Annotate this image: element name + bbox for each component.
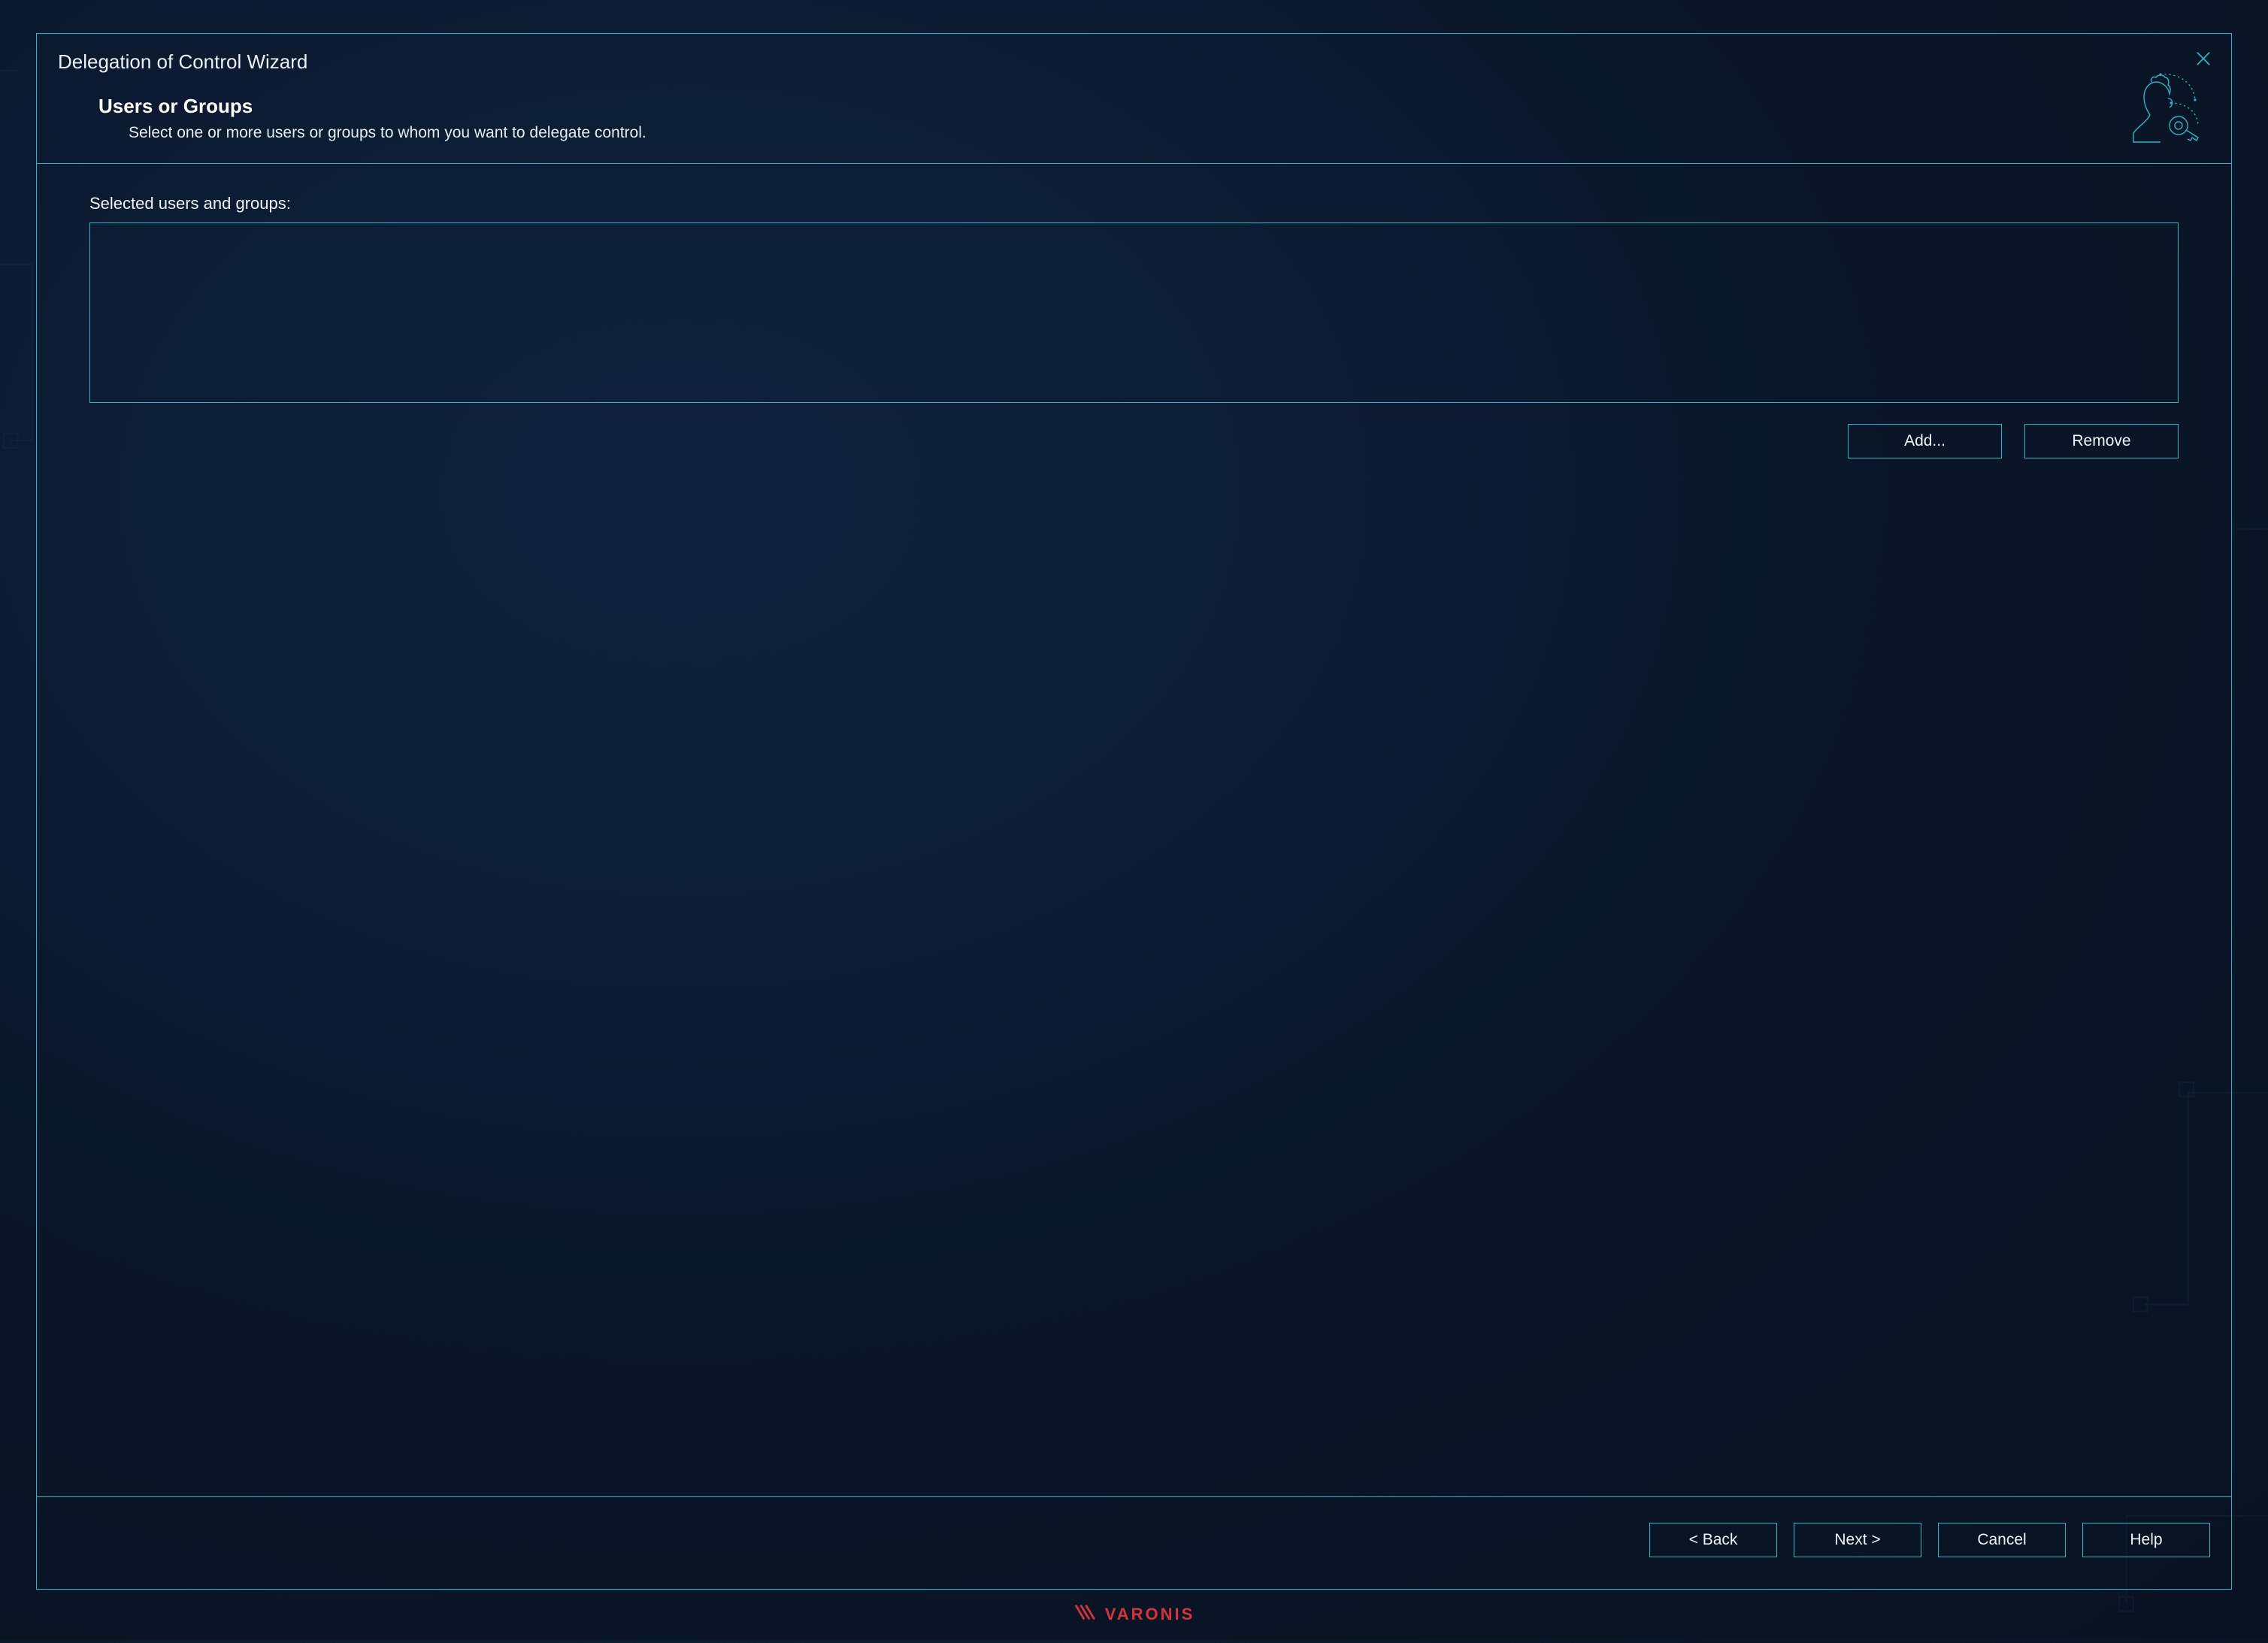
wizard-title: Delegation of Control Wizard <box>58 50 2210 74</box>
selected-list-label: Selected users and groups: <box>89 194 2179 213</box>
selected-users-groups-listbox[interactable] <box>89 222 2179 403</box>
delegation-wizard-window: Delegation of Control Wizard Users or Gr… <box>36 33 2232 1590</box>
wizard-footer: < Back Next > Cancel Help <box>37 1496 2231 1589</box>
varonis-brand-text: VARONIS <box>1105 1605 1195 1624</box>
cancel-button[interactable]: Cancel <box>1938 1523 2066 1557</box>
add-button[interactable]: Add... <box>1848 424 2002 458</box>
next-button[interactable]: Next > <box>1794 1523 1921 1557</box>
varonis-logo-icon <box>1073 1603 1099 1626</box>
help-button[interactable]: Help <box>2082 1523 2210 1557</box>
step-description: Select one or more users or groups to wh… <box>98 124 2210 142</box>
user-key-icon <box>2120 67 2210 150</box>
list-action-row: Add... Remove <box>89 424 2179 458</box>
wizard-header: Delegation of Control Wizard Users or Gr… <box>37 34 2231 164</box>
wizard-body: Selected users and groups: Add... Remove <box>37 164 2231 1496</box>
back-button[interactable]: < Back <box>1649 1523 1777 1557</box>
remove-button[interactable]: Remove <box>2024 424 2179 458</box>
close-button[interactable] <box>2195 50 2212 67</box>
varonis-brand: VARONIS <box>1073 1603 1195 1626</box>
step-title: Users or Groups <box>98 95 2210 118</box>
